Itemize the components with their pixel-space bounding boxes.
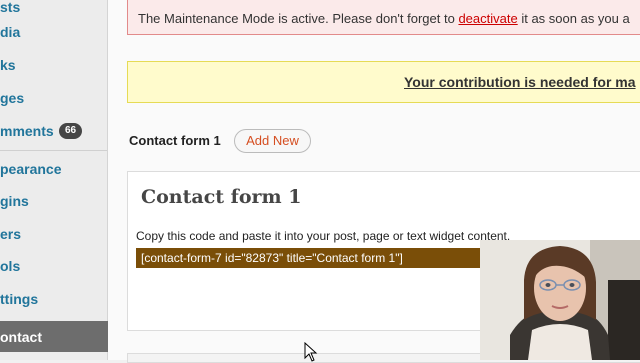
sidebar-item-label: gins <box>0 193 29 209</box>
sidebar-item-appearance[interactable]: pearance <box>0 155 107 185</box>
deactivate-link[interactable]: deactivate <box>458 11 517 26</box>
sidebar-item-label: ttings <box>0 291 39 307</box>
sidebar-item-media[interactable]: dia <box>0 18 107 48</box>
sidebar-item-label: ges <box>0 90 25 106</box>
sidebar-item-users[interactable]: ers <box>0 220 107 250</box>
sidebar-item-label: ols <box>0 258 21 274</box>
sidebar-item-label: mments <box>0 123 54 139</box>
sidebar-item-pages[interactable]: ges <box>0 84 107 114</box>
comments-count-badge: 66 <box>59 123 83 139</box>
sidebar-item-contact[interactable]: ontact <box>0 321 108 352</box>
sidebar-item-comments[interactable]: mments 66 <box>0 117 107 147</box>
shortcode-hint: Copy this code and paste it into your po… <box>136 229 511 243</box>
sidebar-item-links[interactable]: ks <box>0 51 107 81</box>
form-title: Contact form 1 <box>141 186 302 208</box>
add-new-button[interactable]: Add New <box>234 129 311 153</box>
mouse-pointer-icon <box>304 342 318 362</box>
sidebar-item-plugins[interactable]: gins <box>0 187 107 217</box>
notice-prefix: The Maintenance Mode is active. Please d… <box>138 11 459 26</box>
contribution-banner: Your contribution is needed for ma <box>127 61 640 103</box>
sidebar-item-label: pearance <box>0 161 62 177</box>
notice-text: The Maintenance Mode is active. Please d… <box>138 11 630 26</box>
sidebar-item-label: dia <box>0 24 21 40</box>
contribution-link[interactable]: Your contribution is needed for ma <box>404 74 636 90</box>
sidebar-item-label: ers <box>0 226 22 242</box>
sidebar-item-label: ks <box>0 57 16 73</box>
notice-suffix: it as soon as you a <box>517 11 630 26</box>
sidebar-item-settings[interactable]: ttings <box>0 285 107 315</box>
maintenance-notice: The Maintenance Mode is active. Please d… <box>127 0 640 35</box>
page-title: Contact form 1 <box>129 133 221 148</box>
sidebar-item-label: ontact <box>0 329 42 345</box>
sidebar-item-label: sts <box>0 0 21 15</box>
webcam-overlay <box>480 240 640 360</box>
sidebar-separator <box>0 150 107 151</box>
presenter-video-image <box>480 240 640 360</box>
sidebar-item-tools[interactable]: ols <box>0 252 107 282</box>
admin-sidebar: sts dia ks ges mments 66 pearance gins e… <box>0 0 108 360</box>
